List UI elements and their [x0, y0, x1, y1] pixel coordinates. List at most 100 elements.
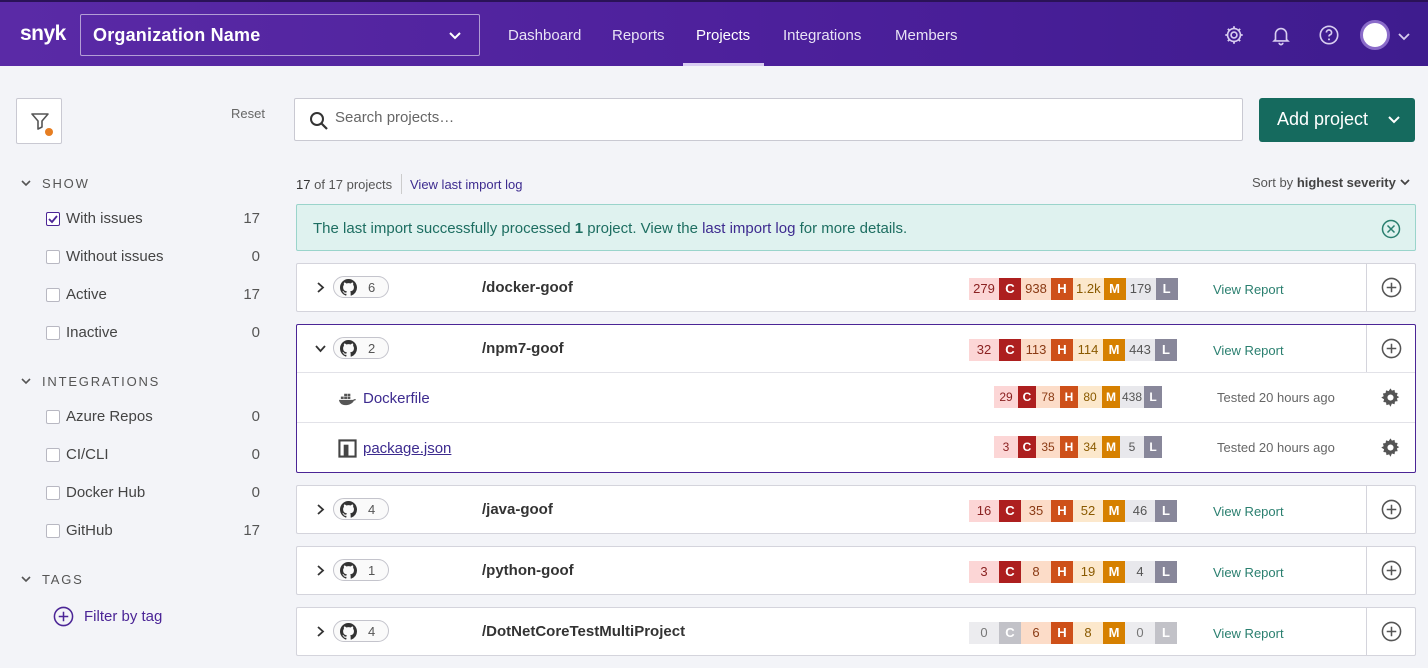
chevron-down-icon: [21, 576, 31, 583]
checkbox[interactable]: [46, 448, 60, 462]
divider: [401, 174, 402, 194]
critical-label: C: [999, 561, 1021, 583]
high-count: 8: [1021, 561, 1051, 583]
chevron-right-icon[interactable]: [314, 564, 327, 577]
view-report-link[interactable]: View Report: [1213, 282, 1284, 297]
gear-icon[interactable]: [1380, 437, 1401, 458]
critical-count: 3: [969, 561, 999, 583]
search-input[interactable]: [335, 109, 1215, 126]
close-icon[interactable]: [1381, 219, 1401, 239]
github-icon: [340, 623, 357, 640]
target-name[interactable]: Dockerfile: [363, 390, 430, 407]
checkbox[interactable]: [46, 486, 60, 500]
gear-icon[interactable]: [1380, 387, 1401, 408]
target-row: Dockerfile 29 C 78 H 80 M 438 L Tested 20 ho…: [297, 372, 1415, 422]
add-target-button[interactable]: [1366, 608, 1415, 655]
project-header[interactable]: 2 /npm7-goof 32 C 113 H 114 M 443 L View Rep…: [297, 325, 1415, 372]
chevron-right-icon[interactable]: [314, 625, 327, 638]
checkbox[interactable]: [46, 212, 60, 226]
checkmark-icon: [48, 215, 58, 224]
project-header[interactable]: 4 /java-goof 16 C 35 H 52 M 46 L View Report: [297, 486, 1415, 533]
nav-projects[interactable]: Projects: [696, 27, 750, 44]
medium-count: 1.2k: [1073, 278, 1104, 300]
banner-import-log-link[interactable]: last import log: [702, 220, 795, 237]
github-icon: [340, 279, 357, 296]
section-title: SHOW: [42, 176, 90, 191]
last-tested: Tested 20 hours ago: [1217, 440, 1335, 455]
nav-integrations[interactable]: Integrations: [783, 27, 861, 44]
section-tags-header[interactable]: TAGS: [20, 572, 84, 587]
high-count: 6: [1021, 622, 1051, 644]
snyk-logo[interactable]: snyk: [20, 22, 66, 46]
filter-toggle-button[interactable]: [16, 98, 62, 144]
view-report-link[interactable]: View Report: [1213, 565, 1284, 580]
reset-filters-link[interactable]: Reset: [231, 106, 265, 121]
high-label: H: [1051, 500, 1073, 522]
project-name[interactable]: /npm7-goof: [482, 340, 564, 357]
add-project-button[interactable]: Add project: [1259, 98, 1415, 142]
checkbox[interactable]: [46, 288, 60, 302]
sort-dropdown[interactable]: Sort by highest severity: [1252, 175, 1411, 190]
filter-label: Without issues: [66, 248, 164, 265]
checkbox[interactable]: [46, 410, 60, 424]
medium-count: 80: [1078, 386, 1102, 408]
nav-members[interactable]: Members: [895, 27, 958, 44]
project-name[interactable]: /DotNetCoreTestMultiProject: [482, 623, 685, 640]
view-report-link[interactable]: View Report: [1213, 626, 1284, 641]
filter-count: 17: [243, 286, 260, 303]
project-header[interactable]: 4 /DotNetCoreTestMultiProject 0C 6H 8M 0…: [297, 608, 1415, 655]
user-avatar[interactable]: [1360, 20, 1390, 50]
chevron-right-icon[interactable]: [314, 503, 327, 516]
project-name[interactable]: /python-goof: [482, 562, 574, 579]
bell-icon[interactable]: [1270, 24, 1292, 46]
org-name: Organization Name: [93, 25, 261, 45]
view-report-link[interactable]: View Report: [1213, 343, 1284, 358]
chevron-down-icon[interactable]: [1397, 29, 1411, 43]
project-header[interactable]: 1 /python-goof 3C 8H 19 M 4L View Report: [297, 547, 1415, 594]
target-count: 2: [368, 341, 376, 356]
top-nav-bar: snyk Organization Name Dashboard Reports…: [0, 0, 1428, 66]
npm-icon: [338, 439, 357, 458]
low-label: L: [1155, 561, 1177, 583]
medium-label: M: [1103, 500, 1125, 522]
project-name[interactable]: /docker-goof: [482, 279, 573, 296]
section-show-header[interactable]: SHOW: [20, 176, 90, 191]
add-target-button[interactable]: [1366, 486, 1415, 533]
low-count: 4: [1125, 561, 1155, 583]
high-count: 35: [1021, 500, 1051, 522]
project-header[interactable]: 6 /docker-goof 279 C 938 H 1.2k M 179 L View…: [297, 264, 1415, 311]
checkbox[interactable]: [46, 250, 60, 264]
severity-counts: 3C 8H 19 M 4L: [969, 561, 1177, 583]
project-row: 4 /DotNetCoreTestMultiProject 0C 6H 8M 0…: [296, 607, 1416, 656]
medium-label: M: [1102, 386, 1120, 408]
view-report-link[interactable]: View Report: [1213, 504, 1284, 519]
chevron-down-icon: [21, 180, 31, 187]
target-name[interactable]: package.json: [363, 440, 451, 457]
github-icon: [340, 562, 357, 579]
nav-reports[interactable]: Reports: [612, 27, 665, 44]
filter-label: Docker Hub: [66, 484, 146, 501]
add-target-button[interactable]: [1366, 325, 1415, 372]
help-icon[interactable]: [1318, 24, 1340, 46]
shown-count: 17: [296, 177, 311, 192]
add-project-label: Add project: [1277, 109, 1369, 129]
critical-label: C: [999, 339, 1021, 361]
org-selector[interactable]: Organization Name: [80, 14, 480, 56]
banner-text: The last import successfully processed: [313, 220, 575, 237]
project-name[interactable]: /java-goof: [482, 501, 553, 518]
project-count: 17 of 17 projects: [296, 177, 392, 192]
checkbox[interactable]: [46, 326, 60, 340]
gear-icon[interactable]: [1223, 24, 1245, 46]
add-target-button[interactable]: [1366, 547, 1415, 594]
plus-circle-icon: [1381, 277, 1402, 298]
add-target-button[interactable]: [1366, 264, 1415, 311]
chevron-down-icon[interactable]: [314, 342, 327, 355]
chevron-right-icon[interactable]: [314, 281, 327, 294]
sort-prefix: Sort by: [1252, 175, 1294, 190]
nav-dashboard[interactable]: Dashboard: [508, 27, 581, 44]
section-integrations-header[interactable]: INTEGRATIONS: [20, 374, 160, 389]
checkbox[interactable]: [46, 524, 60, 538]
medium-count: 114: [1073, 339, 1103, 361]
low-label: L: [1155, 500, 1177, 522]
view-import-log-link[interactable]: View last import log: [410, 177, 522, 192]
